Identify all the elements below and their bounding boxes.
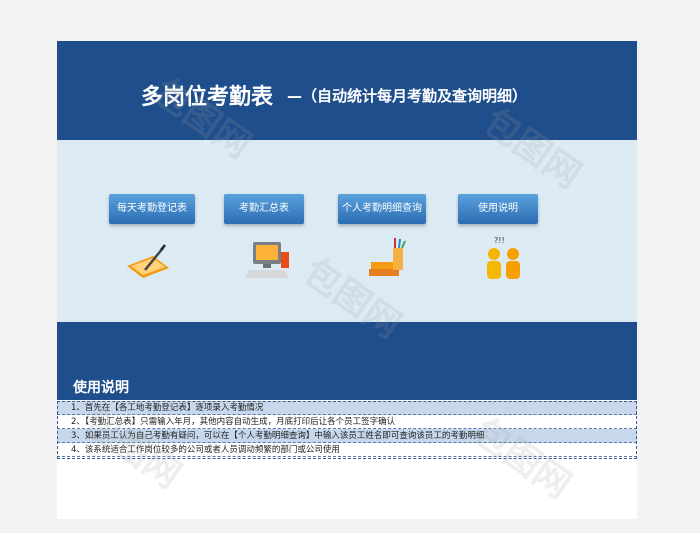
header-banner: 多岗位考勤表 —（自动统计每月考勤及查询明细） (57, 41, 637, 140)
usage-row: 2、【考勤汇总表】只需输入年月，其他内容自动生成，月底打印后让各个员工签字确认 (57, 415, 637, 429)
svg-text:?!!: ?!! (494, 236, 505, 245)
books-pencils-icon[interactable] (365, 236, 411, 280)
navigation-panel: 每天考勤登记表 考勤汇总表 个人考勤明细查询 使用说明 ?!! (57, 140, 637, 322)
usage-row: 1、首先在【各工地考勤登记表】逐项录入考勤情况 (57, 401, 637, 415)
computer-icon[interactable] (245, 238, 291, 282)
daily-attendance-button[interactable]: 每天考勤登记表 (109, 194, 195, 224)
usage-row: 3、如果员工认为自己考勤有疑问，可以在【个人考勤明细查询】中输入该员工姓名即可查… (57, 429, 637, 443)
spreadsheet-page: 多岗位考勤表 —（自动统计每月考勤及查询明细） 每天考勤登记表 考勤汇总表 个人… (57, 41, 637, 519)
pen-paper-icon[interactable] (123, 242, 173, 282)
page-subtitle: —（自动统计每月考勤及查询明细） (287, 87, 528, 105)
usage-row: 4、该系统适合工作岗位较多的公司或者人员调动频繁的部门或公司使用 (57, 443, 637, 457)
footer-band (57, 322, 637, 377)
usage-title: 使用说明 (57, 377, 637, 400)
attendance-summary-button[interactable]: 考勤汇总表 (224, 194, 304, 224)
usage-instructions-section: 使用说明 1、首先在【各工地考勤登记表】逐项录入考勤情况 2、【考勤汇总表】只需… (57, 377, 637, 463)
personal-detail-query-button[interactable]: 个人考勤明细查询 (338, 194, 426, 224)
people-question-icon[interactable]: ?!! (481, 234, 527, 282)
instructions-button[interactable]: 使用说明 (458, 194, 538, 224)
page-title: 多岗位考勤表 (141, 85, 274, 110)
